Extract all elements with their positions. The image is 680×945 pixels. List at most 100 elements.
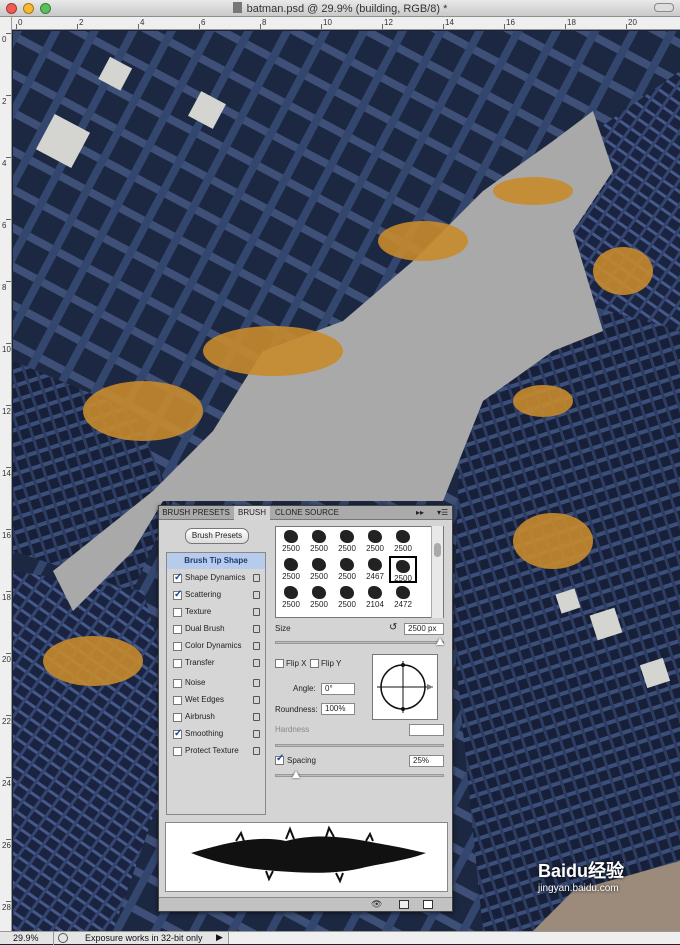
brush-option-scattering[interactable]: Scattering — [167, 587, 265, 603]
option-label: Wet Edges — [185, 695, 224, 704]
brush-option-airbrush[interactable]: Airbrush — [167, 709, 265, 725]
create-new-brush-icon[interactable] — [423, 900, 433, 909]
brush-tip-grid[interactable]: 2500 2500 2500 2500 2500 2500 2500 2500 2467 2500… — [275, 526, 444, 618]
flip-y-checkbox[interactable] — [310, 659, 319, 668]
status-menu-arrow[interactable]: ▶ — [216, 932, 223, 943]
tab-brush[interactable]: BRUSH — [234, 506, 270, 521]
angle-field[interactable]: 0° — [321, 683, 355, 695]
brush-option-protect-texture[interactable]: Protect Texture — [167, 743, 265, 759]
reset-size-icon[interactable]: ↺ — [389, 622, 397, 633]
brush-tip[interactable]: 2500 — [277, 556, 305, 583]
panel-tabs: BRUSH PRESETS BRUSH CLONE SOURCE ▸▸ ▾☰ — [159, 506, 452, 521]
option-checkbox[interactable] — [173, 625, 182, 634]
ruler-tick-label: 14 — [445, 18, 454, 27]
option-label: Color Dynamics — [185, 641, 242, 650]
status-info-icon[interactable] — [58, 933, 68, 943]
brush-tip[interactable]: 2500 — [333, 528, 361, 555]
brush-tip[interactable]: 2500 — [305, 556, 333, 583]
brush-option-shape-dynamics[interactable]: Shape Dynamics — [167, 570, 265, 586]
brush-option-color-dynamics[interactable]: Color Dynamics — [167, 638, 265, 654]
option-checkbox[interactable] — [173, 696, 182, 705]
panel-collapse-icon[interactable]: ▸▸ — [416, 508, 424, 517]
lock-icon[interactable] — [253, 608, 260, 616]
new-brush-grid-icon[interactable] — [399, 900, 409, 909]
brush-tip[interactable]: 2500 — [305, 584, 333, 611]
option-checkbox[interactable] — [173, 570, 182, 586]
lock-icon[interactable] — [253, 747, 260, 755]
brush-option-smoothing[interactable]: Smoothing — [167, 726, 265, 742]
brush-tip-shape-icon — [284, 558, 298, 571]
brush-tip[interactable]: 2500 — [277, 584, 305, 611]
window-titlebar: batman.psd @ 29.9% (building, RGB/8) * — [0, 0, 680, 17]
lock-icon[interactable] — [253, 679, 260, 687]
brush-tip-size: 2467 — [366, 572, 384, 581]
ruler-tick-label: 18 — [567, 18, 576, 27]
brush-tip[interactable]: 2500 — [305, 528, 333, 555]
ruler-tick-label: 6 — [2, 221, 7, 230]
option-checkbox[interactable] — [173, 642, 182, 651]
lock-icon[interactable] — [253, 659, 260, 667]
option-checkbox[interactable] — [173, 726, 182, 742]
horizontal-ruler[interactable]: 0246810121416182021 — [12, 17, 680, 30]
vertical-ruler[interactable]: 0 2 4 6 8 10 12 14 16 18 20 22 24 26 28 — [0, 17, 12, 931]
brush-option-dual-brush[interactable]: Dual Brush — [167, 621, 265, 637]
brush-tip[interactable]: 2500 — [389, 556, 417, 583]
brush-option-transfer[interactable]: Transfer — [167, 655, 265, 671]
zoom-level[interactable]: 29.9% — [13, 933, 39, 943]
brush-tip-size: 2500 — [366, 544, 384, 553]
tip-grid-scroll-thumb[interactable] — [434, 543, 441, 557]
toggle-live-tip-icon[interactable]: 👁 — [371, 900, 382, 909]
option-checkbox[interactable] — [173, 747, 182, 756]
ruler-tick-label: 22 — [2, 717, 11, 726]
lock-icon[interactable] — [253, 574, 260, 582]
option-checkbox[interactable] — [173, 679, 182, 688]
size-slider-knob[interactable] — [436, 638, 444, 645]
panel-menu-icon[interactable]: ▾☰ — [437, 508, 448, 517]
horizontal-scrollbar[interactable] — [228, 932, 680, 944]
brush-option-wet-edges[interactable]: Wet Edges — [167, 692, 265, 708]
toolbar-toggle-button[interactable] — [654, 3, 674, 12]
spacing-slider-knob[interactable] — [292, 771, 300, 778]
brush-tip[interactable]: 2500 — [333, 556, 361, 583]
brush-tip[interactable]: 2500 — [361, 528, 389, 555]
brush-presets-button[interactable]: Brush Presets — [185, 528, 249, 544]
option-checkbox[interactable] — [173, 608, 182, 617]
angle-roundness-dial[interactable] — [372, 654, 438, 720]
brush-tip[interactable]: 2467 — [361, 556, 389, 583]
lock-icon[interactable] — [253, 625, 260, 633]
brush-option-noise[interactable]: Noise — [167, 675, 265, 691]
spacing-checkbox[interactable]: ✓ — [275, 753, 284, 765]
lock-icon[interactable] — [253, 591, 260, 599]
tip-grid-scrollbar[interactable] — [431, 526, 443, 618]
lock-icon[interactable] — [253, 642, 260, 650]
hardness-field[interactable] — [409, 724, 444, 736]
brush-tip-size: 2500 — [282, 600, 300, 609]
ruler-tick-label: 4 — [140, 18, 145, 27]
tab-brush-presets[interactable]: BRUSH PRESETS — [159, 506, 233, 520]
option-checkbox[interactable] — [173, 659, 182, 668]
ruler-tick-label: 8 — [2, 283, 7, 292]
lock-icon[interactable] — [253, 713, 260, 721]
ruler-tick-label: 20 — [2, 655, 11, 664]
size-field[interactable]: 2500 px — [404, 623, 444, 635]
tab-clone-source[interactable]: CLONE SOURCE — [271, 506, 343, 520]
flip-x-checkbox[interactable] — [275, 659, 284, 668]
option-checkbox[interactable] — [173, 587, 182, 603]
spacing-field[interactable]: 25% — [409, 755, 444, 767]
size-slider[interactable] — [275, 638, 444, 645]
brush-tip-size: 2500 — [394, 574, 412, 583]
brush-tip-shape-item[interactable]: Brush Tip Shape — [167, 553, 265, 569]
roundness-field[interactable]: 100% — [321, 703, 355, 715]
lock-icon[interactable] — [253, 730, 260, 738]
lock-icon[interactable] — [253, 696, 260, 704]
hardness-slider[interactable] — [275, 744, 444, 747]
brush-option-texture[interactable]: Texture — [167, 604, 265, 620]
option-checkbox[interactable] — [173, 713, 182, 722]
brush-tip[interactable]: 2500 — [333, 584, 361, 611]
brush-tip[interactable]: 2500 — [277, 528, 305, 555]
brush-tip[interactable]: 2472 — [389, 584, 417, 611]
brush-tip[interactable]: 2500 — [389, 528, 417, 555]
spacing-slider[interactable] — [275, 771, 444, 778]
brush-tip-size: 2500 — [282, 572, 300, 581]
brush-tip[interactable]: 2104 — [361, 584, 389, 611]
